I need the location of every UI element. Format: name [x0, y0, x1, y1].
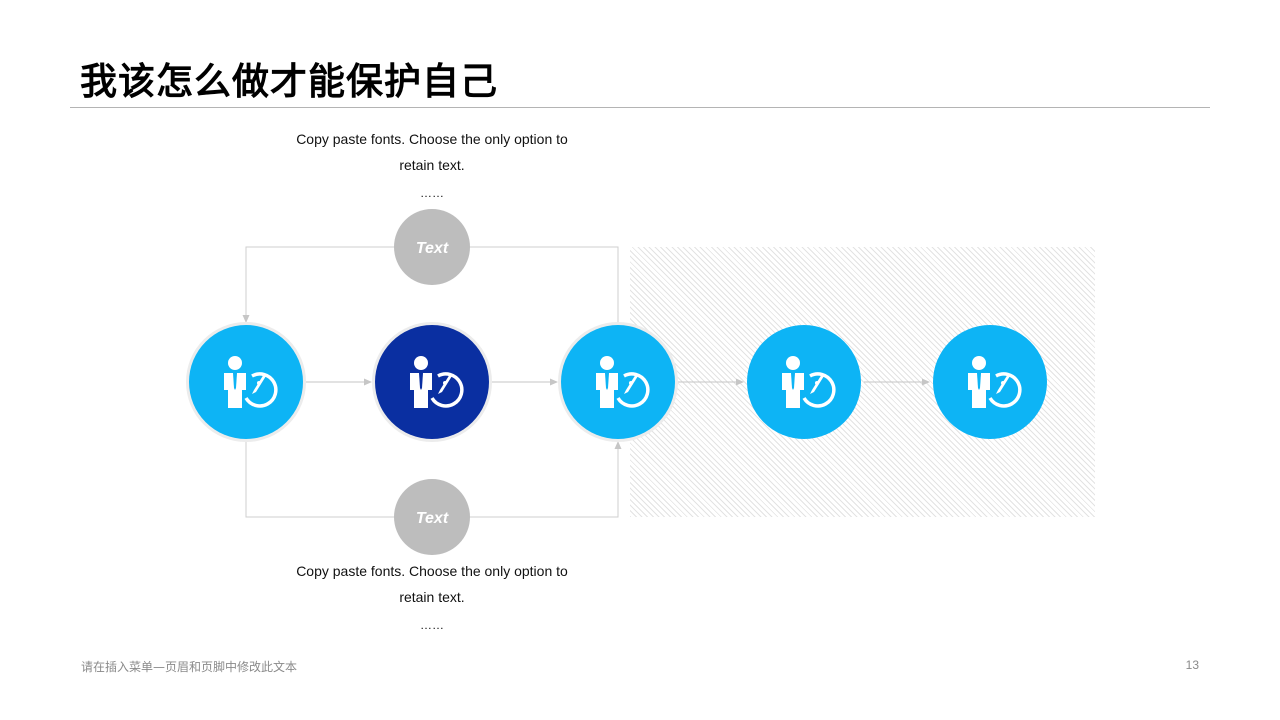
step-node-3	[558, 322, 678, 442]
gray-node-top: Text	[394, 209, 470, 285]
footer-text: 请在插入菜单—页眉和页脚中修改此文本	[81, 660, 298, 674]
step-node-4	[747, 325, 861, 439]
process-diagram: Text Text	[186, 209, 1047, 555]
gray-node-bottom: Text	[394, 479, 470, 555]
bottom-note-ellipsis: ……	[420, 618, 444, 632]
bottom-note-line-2: retain text.	[399, 589, 465, 605]
gray-node-bottom-label: Text	[416, 510, 449, 527]
bottom-note-line-1: Copy paste fonts. Choose the only option…	[296, 563, 568, 579]
gray-node-top-label: Text	[416, 240, 449, 257]
step-node-1	[186, 322, 306, 442]
step-node-2	[372, 322, 492, 442]
bottom-note: Copy paste fonts. Choose the only option…	[282, 558, 582, 640]
page-number: 13	[1185, 658, 1199, 672]
step-node-5	[933, 325, 1047, 439]
